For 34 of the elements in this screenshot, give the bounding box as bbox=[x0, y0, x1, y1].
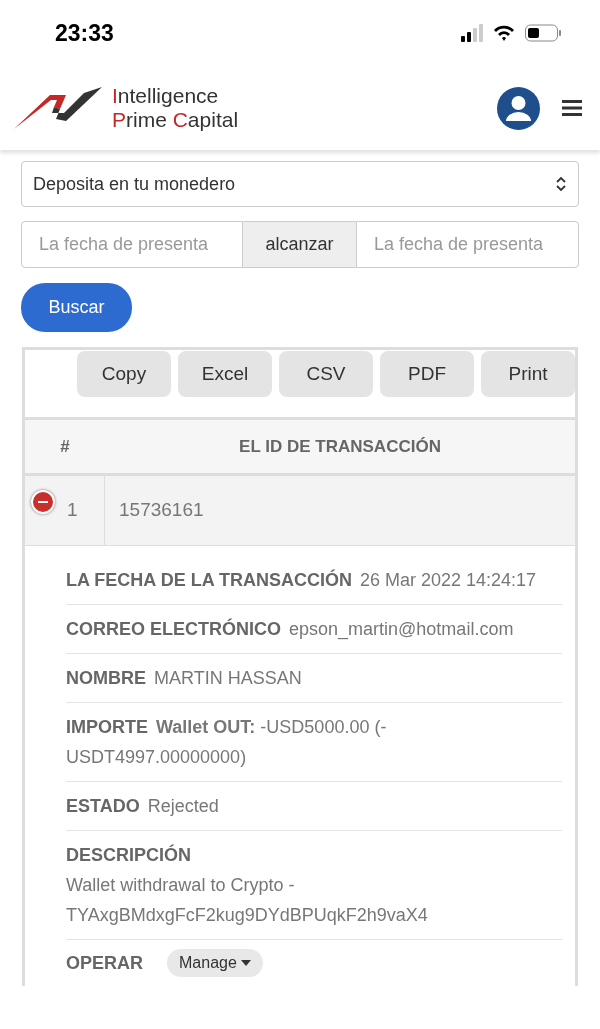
range-label: alcanzar bbox=[243, 221, 356, 268]
caret-icon bbox=[240, 960, 251, 966]
column-header: # bbox=[59, 435, 71, 458]
manage-dropdown[interactable]: Manage bbox=[167, 949, 263, 977]
wallet-select[interactable]: Deposita en tu monedero bbox=[21, 161, 579, 207]
brand-name: Prime Capital bbox=[112, 108, 239, 132]
field-label: DESCRIPCIÓN bbox=[66, 843, 192, 867]
table-cell-text: 15736161 bbox=[118, 498, 205, 523]
export-button[interactable]: Excel bbox=[178, 351, 272, 397]
brand-name: Intelligence bbox=[112, 84, 220, 108]
field-value: Wallet withdrawal to Crypto - TYAxgBMdxgFcF2kug9DYdBPUqkF2h9vaX4 bbox=[66, 874, 429, 927]
field-label: OPERAR bbox=[66, 951, 143, 975]
start-date-field[interactable]: La fecha de presenta bbox=[21, 221, 243, 268]
battery-icon bbox=[525, 24, 562, 42]
detail-text: LA FECHA DE LA TRANSACCIÓN 26 Mar 2022 14:24:17 bbox=[66, 568, 538, 592]
end-date-field[interactable]: La fecha de presenta bbox=[356, 221, 579, 268]
export-button[interactable]: Print bbox=[481, 351, 575, 397]
collapse-icon[interactable] bbox=[31, 490, 55, 514]
wifi-icon bbox=[493, 25, 515, 41]
export-button[interactable]: Copy bbox=[77, 351, 171, 397]
export-button[interactable]: CSV bbox=[279, 351, 373, 397]
avatar-icon[interactable] bbox=[497, 86, 540, 130]
status-time: 23:33 bbox=[55, 18, 114, 48]
chevron-icon bbox=[555, 175, 567, 193]
detail-text: ESTADO Rejected bbox=[66, 795, 220, 818]
menu-icon[interactable] bbox=[562, 100, 582, 116]
export-button[interactable]: PDF bbox=[380, 351, 474, 397]
signal-icon bbox=[461, 24, 483, 42]
detail-text: CORREO ELECTRÓNICO epson_martin@hotmail.com bbox=[66, 617, 515, 642]
column-header: EL ID DE TRANSACCIÓN bbox=[238, 435, 442, 458]
table-cell: 1 bbox=[25, 476, 105, 545]
detail-text: IMPORTE Wallet OUT: -USD5000.00 (-USDT4997.00000000) bbox=[66, 716, 388, 769]
detail-text: NOMBRE MARTIN HASSAN bbox=[66, 667, 303, 690]
search-button[interactable]: Buscar bbox=[21, 283, 132, 332]
